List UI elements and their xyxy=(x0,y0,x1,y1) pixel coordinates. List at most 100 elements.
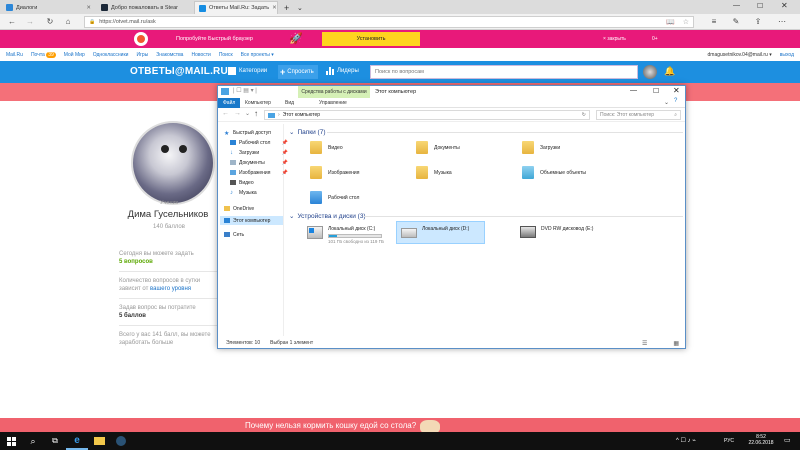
menu-item[interactable]: Поиск xyxy=(219,52,233,58)
browser-tab[interactable]: Диалоги ✕ xyxy=(2,1,95,14)
share-icon[interactable]: ⇪ xyxy=(752,16,764,28)
nav-item-quick-access[interactable]: ★ Быстрый доступ xyxy=(224,128,282,138)
steam-icon[interactable] xyxy=(110,432,132,450)
user-email[interactable]: dmagusetnikov.04@mail.ru ▾ xyxy=(708,52,772,58)
level-link[interactable]: вашего уровня xyxy=(150,286,191,292)
quick-access-toolbar[interactable]: | ☐ ▤ ▾ | xyxy=(233,87,257,94)
search-icon[interactable]: ⌕ xyxy=(22,432,44,450)
favorite-star-icon[interactable]: ☆ xyxy=(683,18,689,26)
menu-item[interactable]: Игры xyxy=(136,52,148,58)
explorer-search-input[interactable]: Поиск: Этот компьютер ⌕ xyxy=(596,110,681,120)
cost-label: Задав вопрос вы потратите xyxy=(119,305,196,311)
logout-link[interactable]: выход xyxy=(780,52,794,58)
folder-item-video[interactable]: Видео xyxy=(310,141,343,154)
nav-item-video[interactable]: Видео xyxy=(230,178,288,187)
notification-icon[interactable]: ▭ xyxy=(784,436,791,444)
browser-tab-active[interactable]: Ответы Mail.Ru: Задать ✕ xyxy=(194,1,278,14)
today-label: Сегодня вы можете задать xyxy=(119,251,194,257)
chevron-down-icon[interactable]: ⌄ xyxy=(664,99,669,106)
menu-item[interactable]: Все проекты ▾ xyxy=(241,52,274,58)
menu-item[interactable]: Mail.Ru xyxy=(6,52,23,58)
close-window-button[interactable]: ✕ xyxy=(673,86,680,95)
ribbon-tab-view[interactable]: Вид xyxy=(280,98,299,108)
close-window-button[interactable]: ✕ xyxy=(781,1,788,10)
folder-item-desktop[interactable]: Рабочий стол xyxy=(310,191,359,204)
user-avatar[interactable] xyxy=(643,65,657,79)
folder-item-music[interactable]: Музыка xyxy=(416,166,452,179)
task-view-icon[interactable]: ⧉ xyxy=(44,432,66,450)
refresh-icon[interactable]: ↻ xyxy=(44,16,56,28)
profile-avatar[interactable] xyxy=(131,121,215,205)
back-arrow-icon[interactable]: ← xyxy=(222,110,229,117)
file-explorer-icon[interactable] xyxy=(88,432,110,450)
explorer-address-input[interactable]: › Этот компьютер ↻ xyxy=(264,110,590,120)
drive-item-c[interactable]: Локальный диск (C:) 101 ГБ свободно из 1… xyxy=(307,226,384,244)
menu-item[interactable]: Знакомства xyxy=(156,52,183,58)
menu-item[interactable]: Новости xyxy=(191,52,210,58)
minimize-button[interactable]: — xyxy=(733,2,740,9)
keyboard-language[interactable]: РУС xyxy=(724,438,734,444)
help-icon[interactable]: ? xyxy=(674,98,677,104)
categories-button[interactable]: Категории xyxy=(228,67,267,75)
tray-icons[interactable]: ^ ☐ ♪ ⌁ xyxy=(676,437,696,444)
up-arrow-icon[interactable]: ↑ xyxy=(254,109,258,118)
close-icon[interactable]: ✕ xyxy=(86,5,91,11)
leaders-button[interactable]: Лидеры xyxy=(326,67,359,75)
clock[interactable]: 8:52 22.06.2018 xyxy=(745,434,777,446)
folder-item-downloads[interactable]: Загрузки xyxy=(522,141,560,154)
details-view-icon[interactable]: ☰ xyxy=(642,340,647,347)
promo-close-link[interactable]: × закрыть xyxy=(603,36,626,42)
bell-icon[interactable]: 🔔 xyxy=(664,66,675,77)
edge-browser-icon[interactable]: e xyxy=(66,432,88,450)
folders-section-header[interactable]: ⌄ Папки (7) xyxy=(289,128,325,137)
folder-item-3d-objects[interactable]: Объемные объекты xyxy=(522,166,586,179)
recent-chevron-icon[interactable]: ⌄ xyxy=(245,110,250,117)
nav-item-documents[interactable]: Документы 📌 xyxy=(230,158,288,167)
folder-item-pictures[interactable]: Изображения xyxy=(310,166,359,179)
profile-name[interactable]: Дима Гусельников xyxy=(108,209,228,220)
nav-item-downloads[interactable]: ↓ Загрузки 📌 xyxy=(230,148,288,157)
question-search-input[interactable]: Поиск по вопросам xyxy=(370,65,638,79)
forward-arrow-icon[interactable]: → xyxy=(24,16,36,28)
favorites-hub-icon[interactable]: ≡ xyxy=(708,16,720,28)
nav-item-music[interactable]: ♪ Музыка xyxy=(230,188,288,197)
menu-item[interactable]: Почта 39 xyxy=(31,51,56,58)
pen-icon[interactable]: ✎ xyxy=(730,16,742,28)
more-menu-icon[interactable]: ⋯ xyxy=(776,16,788,28)
maximize-button[interactable]: ☐ xyxy=(653,87,659,95)
menu-item[interactable]: Одноклассники xyxy=(93,52,129,58)
forward-arrow-icon[interactable]: → xyxy=(234,110,241,117)
profile-rank: Ученик xyxy=(160,200,178,206)
maximize-button[interactable]: ☐ xyxy=(757,2,763,10)
close-icon[interactable]: ✕ xyxy=(272,5,277,11)
tiles-view-icon[interactable]: ▦ xyxy=(673,340,679,347)
menu-item[interactable]: Мой Мир xyxy=(64,52,85,58)
ribbon-tab-manage[interactable]: Управление xyxy=(314,98,352,108)
drive-item-d[interactable]: Локальный диск (D:) xyxy=(396,221,485,244)
drives-section-header[interactable]: ⌄ Устройства и диски (3) xyxy=(289,212,366,221)
nav-item-network[interactable]: Сеть xyxy=(224,230,282,239)
star-icon: ★ xyxy=(224,131,230,137)
nav-item-pictures[interactable]: Изображения 📌 xyxy=(230,168,288,177)
chevron-down-icon[interactable]: ⌄ xyxy=(293,1,303,14)
minimize-button[interactable]: — xyxy=(630,87,637,94)
refresh-icon[interactable]: ↻ xyxy=(582,112,586,118)
browser-tab[interactable]: Добро пожаловать в Stear xyxy=(97,1,192,14)
reading-view-icon[interactable]: 📖 xyxy=(666,18,675,26)
install-button[interactable]: Установить xyxy=(322,32,420,46)
home-icon[interactable]: ⌂ xyxy=(62,16,74,28)
nav-item-desktop[interactable]: Рабочий стол 📌 xyxy=(230,138,288,147)
otvet-logo[interactable]: ОТВЕТЫ@MAIL.RU xyxy=(130,66,228,77)
start-button[interactable] xyxy=(0,432,22,450)
back-arrow-icon[interactable]: ← xyxy=(6,16,18,28)
nav-item-this-pc[interactable]: Этот компьютер xyxy=(220,216,283,225)
new-tab-button[interactable]: + xyxy=(280,1,292,14)
url-input[interactable]: 🔒 https://otvet.mail.ru/ask 📖 ☆ xyxy=(84,16,694,28)
nav-item-onedrive[interactable]: OneDrive xyxy=(224,204,282,213)
ribbon-tab-computer[interactable]: Компьютер xyxy=(240,98,276,108)
drive-item-e[interactable]: DVD RW дисковод (E:) xyxy=(520,226,593,238)
folder-item-documents[interactable]: Документы xyxy=(416,141,460,154)
dvd-drive-icon xyxy=(520,226,536,238)
ask-button[interactable]: + Спросить xyxy=(278,65,318,79)
ribbon-tab-file[interactable]: Файл xyxy=(218,98,241,108)
